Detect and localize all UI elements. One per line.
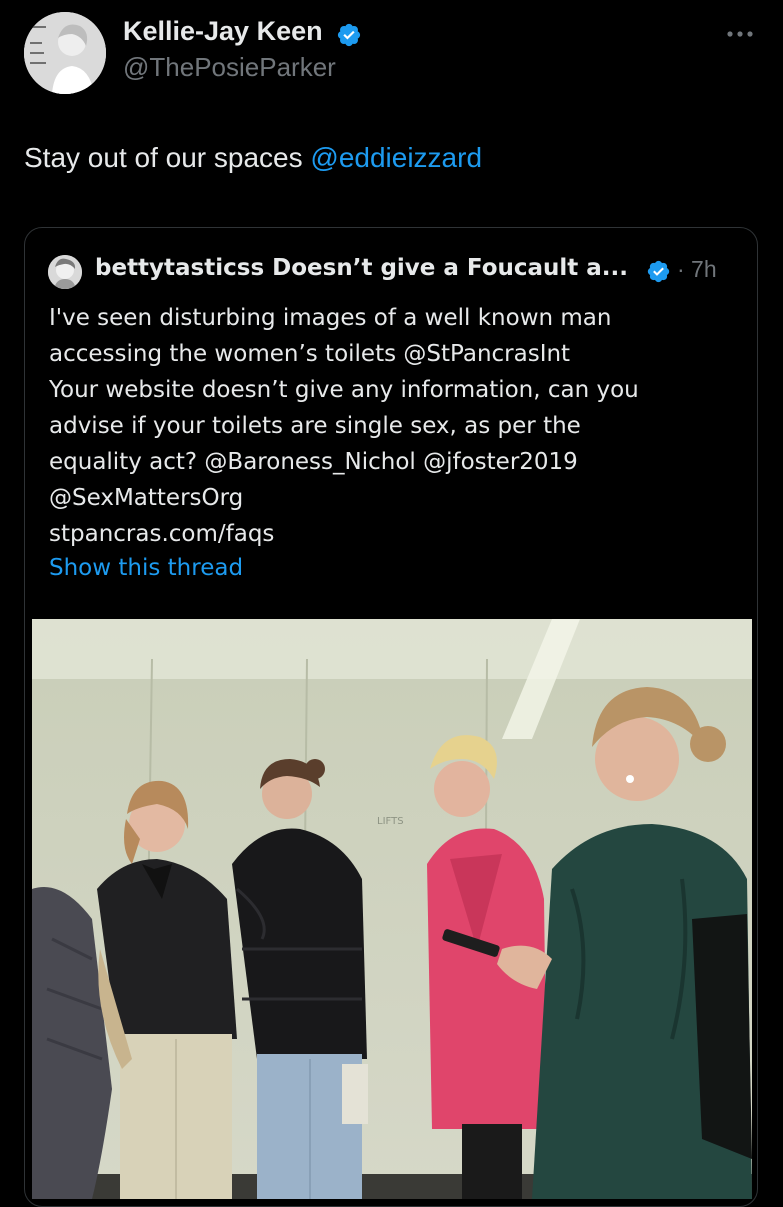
quoted-text-line: Your website doesn’t give any informatio…	[49, 377, 639, 403]
quoted-text-line: accessing the women’s toilets @StPancras…	[49, 336, 639, 372]
mention-link[interactable]: @eddieizzard	[310, 142, 482, 173]
mention-link[interactable]: @SexMattersOrg	[49, 480, 639, 516]
quoted-text-segment: accessing the women’s toilets	[49, 341, 404, 367]
show-thread-link[interactable]: Show this thread	[49, 555, 243, 581]
quoted-text-segment	[416, 449, 423, 475]
verified-badge-icon	[337, 23, 361, 47]
mention-link[interactable]: @jfoster2019	[423, 449, 578, 475]
quoted-author-name[interactable]: bettytasticss Doesn’t give a Foucault a.…	[95, 255, 628, 281]
quoted-verified-badge-icon	[647, 260, 670, 283]
quoted-author-avatar[interactable]	[48, 255, 82, 289]
author-name[interactable]: Kellie-Jay Keen	[123, 16, 323, 47]
mention-link[interactable]: @StPancrasInt	[403, 341, 570, 367]
tweet-text: Stay out of our spaces @eddieizzard	[24, 142, 482, 174]
author-handle[interactable]: @ThePosieParker	[123, 52, 336, 83]
quoted-text-line: I've seen disturbing images of a well kn…	[49, 305, 612, 331]
mention-link[interactable]: @Baroness_Nichol	[204, 449, 415, 475]
quoted-text-line: equality act? @Baroness_Nichol @jfoster2…	[49, 444, 639, 480]
tweet[interactable]: Kellie-Jay Keen @ThePosieParker Stay out…	[0, 0, 783, 1207]
author-avatar[interactable]	[24, 12, 106, 94]
quoted-timestamp[interactable]: · 7h	[677, 256, 717, 283]
quoted-text-segment: equality act?	[49, 449, 205, 475]
more-options-icon[interactable]	[722, 24, 758, 44]
quoted-tweet-text: I've seen disturbing images of a well kn…	[49, 300, 639, 552]
url-link[interactable]: stpancras.com/faqs	[49, 516, 639, 552]
quoted-tweet-card[interactable]: bettytasticss Doesn’t give a Foucault a.…	[24, 227, 758, 1207]
quoted-text-line: advise if your toilets are single sex, a…	[49, 413, 581, 439]
quoted-tweet-photo[interactable]: LIFTS	[32, 619, 752, 1199]
tweet-text-body: Stay out of our spaces	[24, 142, 311, 173]
photo-wall-sign: LIFTS	[377, 816, 404, 827]
